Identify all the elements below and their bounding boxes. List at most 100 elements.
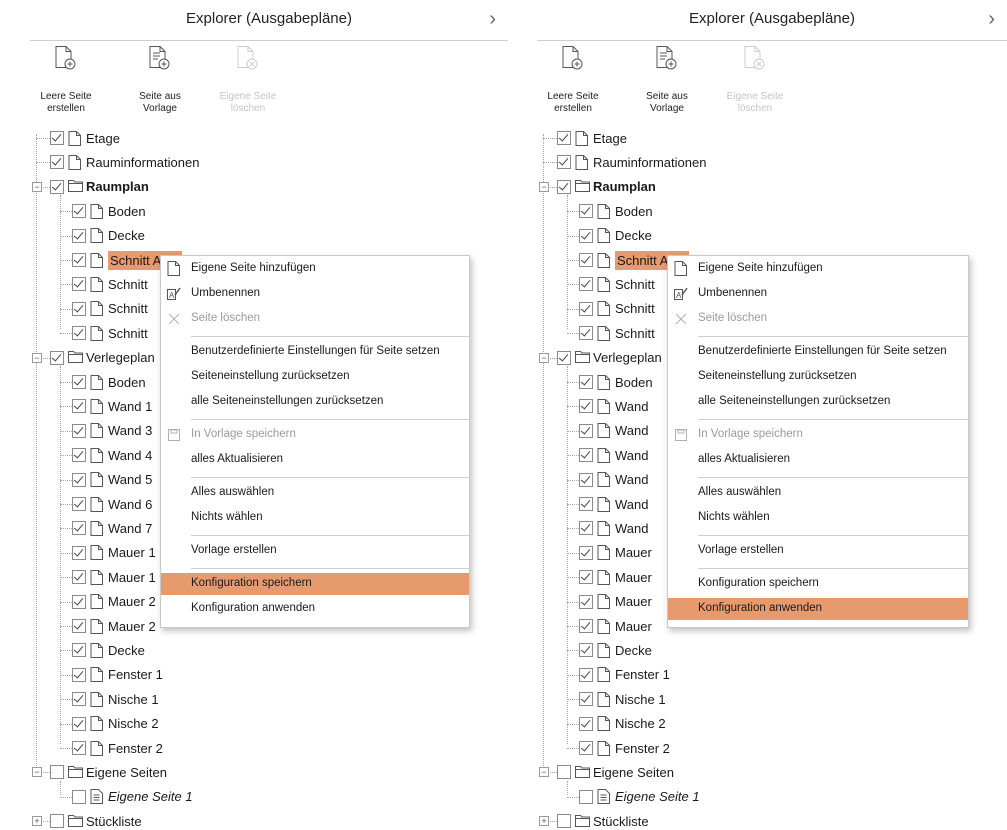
menu-item[interactable]: Eigene Seite hinzufügen [161,258,469,280]
menu-item[interactable]: Benutzerdefinierte Einstellungen für Sei… [668,341,968,363]
tree-checkbox[interactable] [579,741,593,755]
menu-item[interactable]: Vorlage erstellen [161,540,469,562]
tree-item[interactable]: Verlegeplan [50,346,155,370]
tree-checkbox[interactable] [72,204,86,219]
tree-checkbox[interactable] [579,692,593,707]
tree-item[interactable]: Etage [557,126,627,150]
tree-checkbox[interactable] [579,667,593,682]
tree-checkbox[interactable] [579,228,593,243]
tree-checkbox[interactable] [72,301,86,316]
expand-icon[interactable]: + [32,816,42,827]
tree-item[interactable]: Nische 2 [72,712,159,736]
tree-checkbox[interactable] [579,497,593,511]
tree-item[interactable]: Schnitt [579,272,655,296]
tree-item[interactable]: Wand 5 [72,468,152,492]
tree-item[interactable]: Fenster 1 [579,663,670,687]
tree-checkbox[interactable] [557,131,571,145]
tree-item[interactable]: Fenster 2 [579,736,670,760]
tree-checkbox[interactable] [72,521,86,536]
tree-item[interactable]: Wand [579,419,648,443]
tree-checkbox[interactable] [579,643,593,658]
tree-item[interactable]: Boden [579,199,653,223]
menu-item[interactable]: Benutzerdefinierte Einstellungen für Sei… [161,341,469,363]
menu-item[interactable]: Eigene Seite hinzufügen [668,258,968,280]
tree-item[interactable]: Eigene Seiten [50,760,167,784]
tree-checkbox[interactable] [579,326,593,341]
tree-item[interactable]: Wand [579,443,648,467]
tree-item[interactable]: Boden [72,199,146,223]
tree-item[interactable]: Schnitt [72,321,148,345]
tree-checkbox[interactable] [72,570,86,585]
toolbar-button-0[interactable]: Leere Seite erstellen [537,42,609,115]
tree-item[interactable]: Wand 3 [72,419,152,443]
tree-item[interactable]: Mauer 2 [72,614,156,638]
tree-item[interactable]: Fenster 1 [72,663,163,687]
tree-item[interactable]: Verlegeplan [557,346,662,370]
menu-item[interactable]: alle Seiteneinstellungen zurücksetzen [161,391,469,413]
tree-checkbox[interactable] [50,155,64,170]
menu-item[interactable]: Vorlage erstellen [668,540,968,562]
tree-checkbox[interactable] [557,350,571,365]
tree-checkbox[interactable] [579,789,593,804]
tree-item[interactable]: Nische 2 [579,712,666,736]
tree-item[interactable]: Raumplan [557,175,656,199]
tree-checkbox[interactable] [557,179,571,194]
tree-checkbox[interactable] [72,667,86,682]
tree-item[interactable]: Nische 1 [579,687,666,711]
tree-item[interactable]: Raumplan [50,175,149,199]
tree-item[interactable]: Decke [72,224,145,248]
tree-checkbox[interactable] [579,204,593,219]
tree-checkbox[interactable] [50,765,64,780]
tree-checkbox[interactable] [579,423,593,438]
tree-item[interactable]: Wand [579,492,648,516]
menu-item[interactable]: alle Seiteneinstellungen zurücksetzen [668,391,968,413]
menu-item[interactable]: A Umbenennen [161,283,469,305]
tree-checkbox[interactable] [72,472,86,487]
collapse-icon[interactable]: − [32,181,42,192]
tree-checkbox[interactable] [72,423,86,438]
tree-checkbox[interactable] [579,253,593,267]
menu-item[interactable]: Seiteneinstellung zurücksetzen [161,366,469,388]
tree-item[interactable]: Schnitt [72,272,148,296]
tree-item[interactable]: Wand 6 [72,492,152,516]
menu-item[interactable]: Nichts wählen [161,507,469,529]
tree-checkbox[interactable] [72,545,86,560]
menu-item[interactable]: Seiteneinstellung zurücksetzen [668,366,968,388]
tree-checkbox[interactable] [557,765,571,780]
tree-item[interactable]: Boden [72,370,146,394]
tree-checkbox[interactable] [72,277,86,292]
tree-item[interactable]: Wand [579,468,648,492]
tree-item[interactable]: Mauer 1 [72,565,156,589]
tree-item[interactable]: Eigene Seiten [557,760,674,784]
tree-checkbox[interactable] [72,375,86,389]
tree-checkbox[interactable] [579,594,593,609]
tree-checkbox[interactable] [579,570,593,585]
tree-checkbox[interactable] [579,399,593,414]
menu-item[interactable]: Konfiguration anwenden [161,598,469,620]
tree-item[interactable]: Eigene Seite 1 [72,785,193,809]
chevron-right-icon[interactable]: › [489,8,496,31]
tree-item[interactable]: Wand 7 [72,516,152,540]
tree-checkbox[interactable] [50,131,64,145]
collapse-icon[interactable]: − [32,352,42,363]
tree-checkbox[interactable] [72,594,86,609]
tree-item[interactable]: Schnitt [579,321,655,345]
collapse-icon[interactable]: − [539,181,549,192]
tree-item[interactable]: Boden [579,370,653,394]
tree-checkbox[interactable] [579,716,593,731]
menu-item[interactable]: Konfiguration anwenden [668,598,968,620]
tree-checkbox[interactable] [72,448,86,463]
collapse-icon[interactable]: − [539,352,549,363]
tree-item[interactable]: Wand 1 [72,394,152,418]
tree-item[interactable]: Mauer 1 [72,541,156,565]
tree-checkbox[interactable] [579,472,593,487]
tree-checkbox[interactable] [72,741,86,755]
tree-item[interactable]: Eigene Seite 1 [579,785,700,809]
tree-checkbox[interactable] [50,350,64,365]
tree-checkbox[interactable] [50,814,64,829]
toolbar-button-0[interactable]: Leere Seite erstellen [30,42,102,115]
tree-checkbox[interactable] [579,301,593,316]
tree-checkbox[interactable] [50,179,64,194]
menu-item[interactable]: Alles auswählen [161,482,469,504]
tree-item[interactable]: Decke [72,638,145,662]
